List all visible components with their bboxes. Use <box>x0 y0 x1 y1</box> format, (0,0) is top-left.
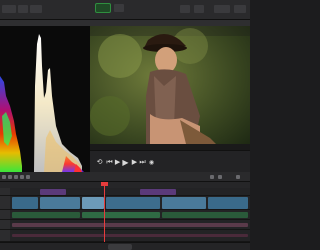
timeline-clip[interactable] <box>162 197 206 209</box>
timeline-clip[interactable] <box>106 197 160 209</box>
timeline-clip[interactable] <box>82 197 104 209</box>
audio-clip[interactable] <box>82 212 160 218</box>
play-icon[interactable]: ▶ <box>122 159 129 167</box>
track-a1 <box>0 210 250 220</box>
select-tool-icon[interactable] <box>2 175 6 179</box>
share-button[interactable] <box>108 244 132 250</box>
track-header[interactable] <box>0 210 10 219</box>
transport-bar: ⟲ ⏮ ◀ ▶ ▶ ⏭ ◉ <box>90 150 250 172</box>
zoom-out-icon[interactable] <box>210 175 214 179</box>
app-toolbar <box>0 0 250 20</box>
zoom-icon[interactable] <box>194 5 204 13</box>
timeline-panel <box>0 172 250 250</box>
render-button[interactable] <box>95 3 111 13</box>
fullscreen-icon[interactable] <box>214 5 230 13</box>
track-a2 <box>0 220 250 230</box>
layout-icon[interactable] <box>2 5 16 13</box>
timeline-clip[interactable] <box>40 189 66 195</box>
timeline-clip[interactable] <box>140 189 176 195</box>
music-clip[interactable] <box>12 223 248 227</box>
volume-icon[interactable]: ◉ <box>148 159 155 166</box>
waveform-scope <box>0 26 90 172</box>
playhead[interactable] <box>104 182 105 242</box>
timeline-settings-icon[interactable] <box>236 175 240 179</box>
track-a3 <box>0 230 250 242</box>
track-header[interactable] <box>0 230 10 241</box>
settings-icon[interactable] <box>234 5 246 13</box>
timeline-footer <box>0 242 250 250</box>
mode-button[interactable] <box>114 4 124 12</box>
track-v1 <box>0 196 250 210</box>
track-header[interactable] <box>0 188 10 195</box>
link-tool-icon[interactable] <box>26 175 30 179</box>
track-header[interactable] <box>0 196 10 209</box>
tools-icon[interactable] <box>30 5 42 13</box>
video-viewer[interactable] <box>90 26 250 150</box>
music-clip[interactable] <box>12 234 248 237</box>
timeline-clip[interactable] <box>208 197 248 209</box>
audio-clip[interactable] <box>162 212 248 218</box>
track-header[interactable] <box>0 220 10 229</box>
view-icon[interactable] <box>180 5 190 13</box>
skip-back-icon[interactable]: ⏮ <box>106 159 113 166</box>
loop-icon[interactable]: ⟲ <box>96 159 103 166</box>
audio-clip[interactable] <box>12 212 80 218</box>
step-forward-icon[interactable]: ▶ <box>131 159 138 166</box>
timeline-tracks <box>0 188 250 242</box>
step-back-icon[interactable]: ◀ <box>114 158 121 166</box>
timeline-clip[interactable] <box>12 197 38 209</box>
track-v2 <box>0 188 250 196</box>
zoom-in-icon[interactable] <box>218 175 222 179</box>
media-icon[interactable] <box>18 5 28 13</box>
trim-tool-icon[interactable] <box>8 175 12 179</box>
timeline-clip[interactable] <box>40 197 80 209</box>
timeline-toolbar <box>0 172 250 182</box>
blade-tool-icon[interactable] <box>14 175 18 179</box>
skip-forward-icon[interactable]: ⏭ <box>139 159 146 166</box>
snap-tool-icon[interactable] <box>20 175 24 179</box>
video-frame <box>90 26 250 150</box>
waveform-graphic <box>0 34 84 172</box>
